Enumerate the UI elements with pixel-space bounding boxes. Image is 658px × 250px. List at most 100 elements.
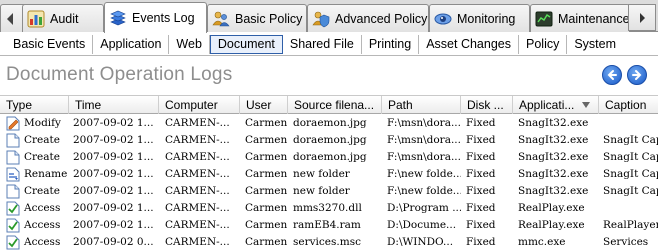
cell-time: 2007-09-02 1... (73, 202, 154, 214)
cell-path: D:\Docume... (387, 219, 457, 231)
cell-text: Access (24, 219, 61, 231)
table-row[interactable]: Access 2007-09-02 1... CARMEN-... Carmen mms… (0, 200, 658, 217)
subtab-document[interactable]: Document (209, 34, 283, 54)
subtab-policy[interactable]: Policy (519, 34, 568, 54)
subtab-basic-events[interactable]: Basic Events (6, 34, 94, 54)
table-row[interactable]: Access 2007-09-02 0... CARMEN-... Carmen ser… (0, 234, 658, 250)
column-header-path[interactable]: Path (382, 96, 461, 114)
cell-computer: CARMEN-... (165, 134, 230, 146)
column-header-type[interactable]: Type (0, 96, 69, 114)
table-row[interactable]: Create 2007-09-02 1... CARMEN-... Carmen dor… (0, 149, 658, 166)
cell-caption: Services (603, 236, 649, 248)
tab-events-log[interactable]: Events Log (104, 2, 207, 33)
cell-text: Access (24, 202, 61, 214)
column-header-computer[interactable]: Computer (159, 96, 240, 114)
column-label: Source filena... (294, 98, 375, 112)
forward-button[interactable] (627, 65, 647, 85)
cell-user: Carmen (245, 236, 288, 248)
table-row[interactable]: Create 2007-09-02 1... CARMEN-... Carmen dor… (0, 132, 658, 149)
cell-type: Create (0, 149, 69, 166)
tab-audit[interactable]: Audit (22, 4, 104, 32)
subtab-web[interactable]: Web (169, 34, 210, 54)
tab-label: Audit (50, 11, 79, 26)
cell-disk: Fixed (466, 168, 496, 180)
back-button[interactable] (602, 65, 622, 85)
column-header-time[interactable]: Time (69, 96, 159, 114)
sort-descending-icon (582, 102, 591, 108)
table-header: Type Time Computer User Source filena...… (0, 96, 658, 114)
chevron-left-icon (7, 13, 13, 25)
cell-path: D:\Program ... (387, 202, 461, 214)
table-row[interactable]: Rename 2007-09-02 1... CARMEN-... Carmen new… (0, 166, 658, 183)
table-row[interactable]: Modify 2007-09-02 1... CARMEN-... Carmen dor… (0, 115, 658, 132)
cell-type: Access (0, 234, 69, 250)
column-label: Type (6, 98, 33, 112)
subtab-asset-changes[interactable]: Asset Changes (419, 34, 519, 54)
tab-label: Events Log (132, 11, 195, 25)
monitor-eye-icon (434, 13, 452, 24)
tab-monitoring[interactable]: Monitoring (429, 4, 530, 32)
tab-label: Monitoring (457, 11, 516, 26)
table-row[interactable]: Create 2007-09-02 1... CARMEN-... Carmen new… (0, 183, 658, 200)
access-document-icon (6, 201, 20, 216)
tab-maintenance[interactable]: Maintenance (530, 4, 630, 32)
subtab-shared-file[interactable]: Shared File (283, 34, 362, 54)
cell-disk: Fixed (466, 117, 496, 129)
cell-type: Access (0, 200, 69, 217)
subtab-label: Web (176, 37, 202, 51)
rename-document-icon (6, 167, 20, 182)
cell-app: SnagIt32.exe (518, 185, 589, 197)
cell-time: 2007-09-02 1... (73, 151, 154, 163)
column-label: Computer (165, 98, 218, 112)
column-label: Caption (605, 98, 647, 112)
cell-type: Create (0, 132, 69, 149)
cell-computer: CARMEN-... (165, 117, 230, 129)
column-header-caption[interactable]: Caption (599, 96, 658, 114)
cell-source: doraemon.jpg (293, 151, 367, 163)
column-header-disk[interactable]: Disk ... (461, 96, 513, 114)
cell-text: Create (24, 134, 60, 146)
cell-user: Carmen (245, 219, 288, 231)
cell-caption: SnagIt Cap (603, 134, 658, 146)
tab-basic-policy[interactable]: Basic Policy (207, 4, 307, 32)
column-label: User (246, 98, 272, 112)
column-header-application[interactable]: Applicati... (513, 96, 599, 114)
tab-advanced-policy[interactable]: Advanced Policy (307, 4, 429, 32)
cell-time: 2007-09-02 1... (73, 219, 154, 231)
subtab-label: Application (100, 37, 162, 51)
cell-source: new folder (293, 168, 350, 180)
cell-computer: CARMEN-... (165, 202, 230, 214)
cell-text: Rename (24, 168, 68, 180)
subtab-system[interactable]: System (567, 35, 623, 54)
cell-app: SnagIt32.exe (518, 151, 589, 163)
cell-time: 2007-09-02 1... (73, 117, 154, 129)
column-label: Path (388, 98, 413, 112)
table-row[interactable]: Access 2007-09-02 1... CARMEN-... Carmen ram… (0, 217, 658, 234)
cell-path: D:\WINDO... (387, 236, 454, 248)
subtab-label: Basic Events (13, 37, 86, 51)
subtab-printing[interactable]: Printing (362, 34, 420, 54)
chevron-right-icon (639, 12, 645, 23)
page-header: Document Operation Logs (0, 57, 658, 95)
cell-type: Modify (0, 115, 69, 132)
cell-path: F:\new folde... (387, 185, 461, 197)
cell-computer: CARMEN-... (165, 185, 230, 197)
subtab-application[interactable]: Application (93, 34, 170, 54)
cell-computer: CARMEN-... (165, 168, 230, 180)
cell-app: RealPlay.exe (518, 219, 585, 231)
cell-source: doraemon.jpg (293, 117, 367, 129)
bar-chart-icon (27, 10, 45, 27)
cell-disk: Fixed (466, 219, 496, 231)
modify-document-icon (6, 116, 20, 131)
subtab-label: Document (217, 37, 275, 51)
cell-disk: Fixed (466, 236, 496, 248)
access-document-icon (6, 235, 20, 250)
cell-time: 2007-09-02 0... (73, 236, 154, 248)
cell-app: SnagIt32.exe (518, 117, 589, 129)
column-header-user[interactable]: User (240, 96, 288, 114)
column-header-source-filename[interactable]: Source filena... (288, 96, 382, 114)
users-policy-icon (212, 11, 230, 26)
cell-user: Carmen (245, 151, 288, 163)
new-document-icon (6, 150, 20, 165)
tab-scroll-right[interactable] (628, 4, 656, 31)
